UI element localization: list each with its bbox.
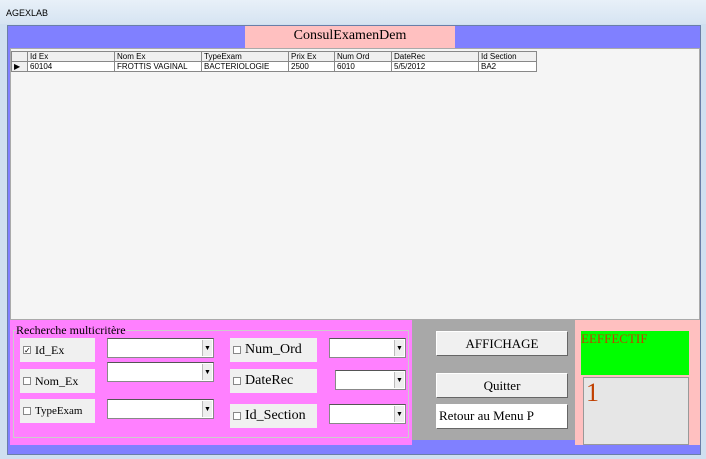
quitter-button[interactable]: Quitter: [436, 373, 568, 398]
column-header[interactable]: Num Ord: [334, 51, 392, 62]
button-panel: AFFICHAGE Quitter Retour au Menu P: [412, 320, 575, 440]
id-ex-combo[interactable]: ▼: [107, 338, 214, 358]
row-selector-icon[interactable]: ▶: [11, 61, 28, 72]
checkbox-label: Id_Section: [245, 408, 306, 423]
checkbox-box[interactable]: [233, 377, 241, 385]
cell[interactable]: BACTERIOLOGIE: [201, 61, 289, 72]
checkbox-id-ex[interactable]: ✓ Id_Ex: [20, 338, 95, 362]
chevron-down-icon[interactable]: ▼: [202, 340, 212, 356]
retour-menu-button[interactable]: Retour au Menu P: [436, 404, 568, 429]
chevron-down-icon[interactable]: ▼: [394, 372, 404, 388]
title-bar: [0, 0, 706, 24]
check-icon[interactable]: ✓: [23, 346, 31, 355]
column-header[interactable]: Id Section: [478, 51, 537, 62]
cell[interactable]: 5/5/2012: [391, 61, 479, 72]
form-title: ConsulExamenDem: [245, 26, 455, 48]
chevron-down-icon[interactable]: ▼: [202, 364, 212, 380]
nom-ex-combo[interactable]: ▼: [107, 362, 214, 382]
num-ord-combo[interactable]: ▼: [329, 338, 406, 358]
checkbox-label: Nom_Ex: [35, 373, 79, 388]
cell[interactable]: 60104: [27, 61, 115, 72]
search-legend: Recherche multicritère: [16, 323, 126, 337]
checkbox-box[interactable]: [233, 412, 241, 420]
table-row[interactable]: ▶ 60104 FROTTIS VAGINAL BACTERIOLOGIE 25…: [11, 61, 537, 72]
effectif-label: EEFFECTIF: [581, 331, 689, 375]
row-header-corner: [11, 51, 28, 62]
affichage-button[interactable]: AFFICHAGE: [436, 331, 568, 356]
column-header[interactable]: DateRec: [391, 51, 479, 62]
checkbox-num-ord[interactable]: Num_Ord: [230, 338, 317, 362]
typeexam-combo[interactable]: ▼: [107, 399, 214, 419]
checkbox-nom-ex[interactable]: Nom_Ex: [20, 369, 95, 393]
column-header[interactable]: Prix Ex: [288, 51, 335, 62]
checkbox-box[interactable]: [23, 407, 31, 415]
column-header[interactable]: Id Ex: [27, 51, 115, 62]
checkbox-box[interactable]: [233, 346, 241, 354]
search-panel: Recherche multicritère ✓ Id_Ex Nom_Ex Typ…: [10, 320, 412, 445]
window-title: AGEXLAB: [6, 8, 49, 18]
chevron-down-icon[interactable]: ▼: [394, 406, 404, 422]
column-header[interactable]: TypeExam: [201, 51, 289, 62]
chevron-down-icon[interactable]: ▼: [202, 401, 212, 417]
checkbox-label: DateRec: [245, 373, 294, 388]
checkbox-label: Num_Ord: [245, 342, 302, 357]
effectif-value: 1: [583, 377, 689, 445]
checkbox-typeexam[interactable]: TypeExam: [20, 399, 95, 423]
data-grid[interactable]: Id Ex Nom Ex TypeExam Prix Ex Num Ord Da…: [10, 48, 700, 320]
cell[interactable]: BA2: [478, 61, 537, 72]
column-header[interactable]: Nom Ex: [114, 51, 202, 62]
checkbox-label: TypeExam: [35, 405, 83, 417]
chevron-down-icon[interactable]: ▼: [394, 340, 404, 356]
cell[interactable]: 2500: [288, 61, 335, 72]
checkbox-box[interactable]: [23, 377, 31, 385]
checkbox-daterec[interactable]: DateRec: [230, 369, 317, 393]
checkbox-id-section[interactable]: Id_Section: [230, 404, 317, 428]
checkbox-label: Id_Ex: [35, 342, 65, 357]
id-section-combo[interactable]: ▼: [329, 404, 406, 424]
cell[interactable]: FROTTIS VAGINAL: [114, 61, 202, 72]
daterec-combo[interactable]: ▼: [335, 370, 406, 390]
grid-header: Id Ex Nom Ex TypeExam Prix Ex Num Ord Da…: [11, 51, 537, 62]
cell[interactable]: 6010: [334, 61, 392, 72]
